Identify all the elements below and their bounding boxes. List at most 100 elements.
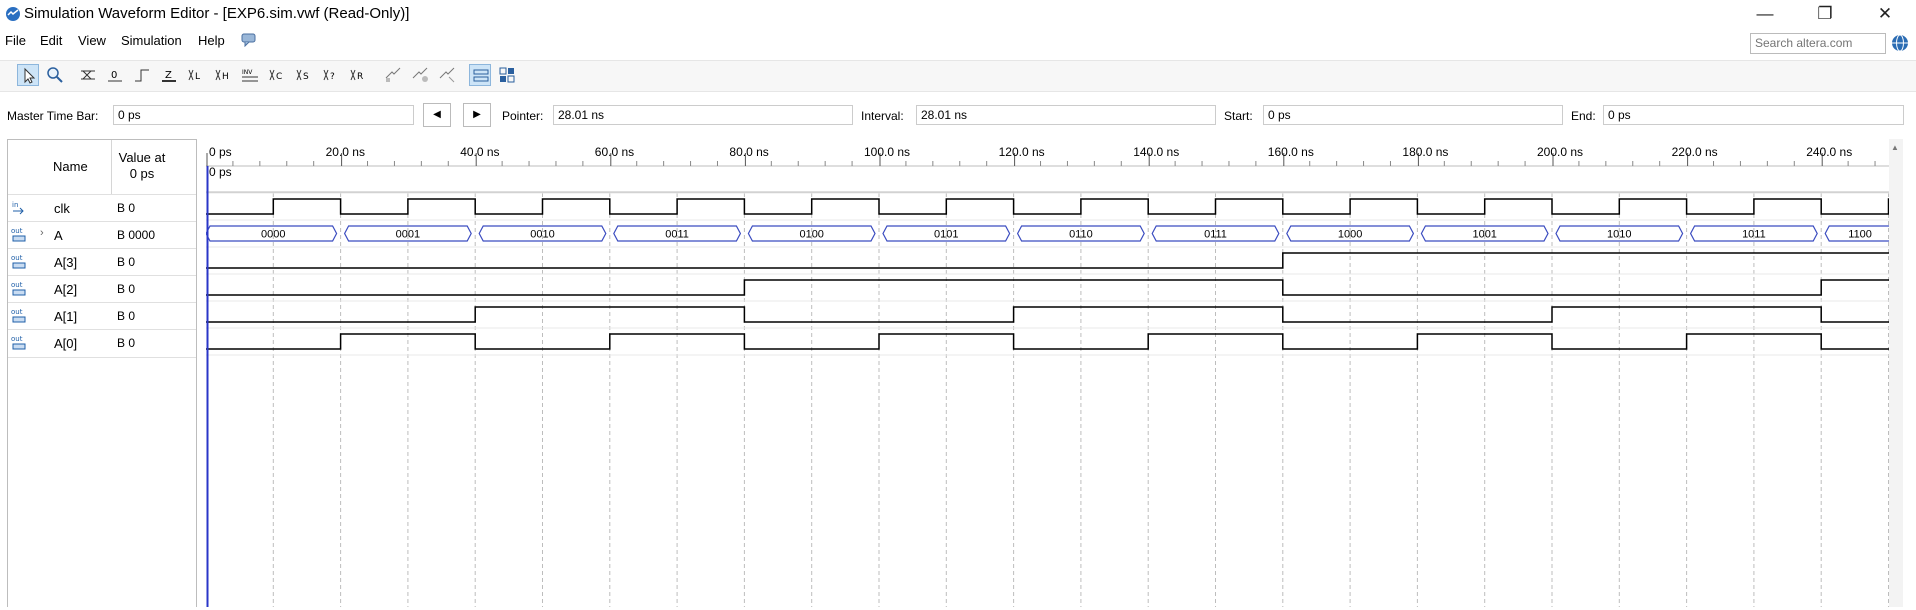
time-label: 40.0 ns xyxy=(460,145,499,159)
signal-row-A3[interactable]: out A[3] B 0 xyxy=(8,248,196,276)
forcing-low-icon[interactable]: 0 xyxy=(104,64,126,86)
column-divider xyxy=(111,140,112,194)
waveform-area[interactable]: 0 ps 20.0 ns 40.0 ns 60.0 ns 80.0 ns 100.0 ns… xyxy=(205,139,1916,607)
interval-label: Interval: xyxy=(861,109,904,123)
time-label: 220.0 ns xyxy=(1672,145,1718,159)
bus-value-label: 0010 xyxy=(530,229,554,241)
menu-file[interactable]: File xyxy=(5,33,26,48)
svg-text:R: R xyxy=(357,72,363,82)
value-column-header[interactable]: Value at 0 ps xyxy=(111,150,173,182)
menu-help[interactable]: Help xyxy=(198,33,225,48)
window-title: Simulation Waveform Editor - [EXP6.sim.v… xyxy=(24,5,410,22)
time-label: 160.0 ns xyxy=(1268,145,1314,159)
svg-text:?: ? xyxy=(330,72,335,82)
signal-row-A0[interactable]: out A[0] B 0 xyxy=(8,329,196,358)
output-pin-icon: out xyxy=(11,227,26,242)
maximize-button[interactable]: ❐ xyxy=(1802,0,1848,28)
interval-field: 28.01 ns xyxy=(916,105,1216,125)
bus-value-label: 1010 xyxy=(1607,229,1631,241)
svg-text:in: in xyxy=(12,201,18,209)
bus-value-label: 1011 xyxy=(1742,229,1766,241)
count-value-icon[interactable]: C xyxy=(266,64,288,86)
scroll-up-icon[interactable]: ▲ xyxy=(1891,143,1899,152)
waveform-A[2] xyxy=(206,279,1889,296)
selection-tool-icon[interactable] xyxy=(17,64,39,86)
next-transition-button[interactable]: ▶ xyxy=(463,103,491,127)
arbitrary-value-icon[interactable]: R xyxy=(347,64,369,86)
signal-row-A[interactable]: out › A B 0000 xyxy=(8,221,196,249)
delete-node-icon[interactable] xyxy=(436,64,458,86)
signal-value: B 0 xyxy=(117,255,136,269)
bus-value-label: 0001 xyxy=(396,229,420,241)
menu-simulation[interactable]: Simulation xyxy=(121,33,182,48)
close-button[interactable]: ✕ xyxy=(1862,0,1908,28)
pointer-label: Pointer: xyxy=(502,109,544,123)
group-icon[interactable] xyxy=(469,64,491,86)
menu-edit[interactable]: Edit xyxy=(40,33,62,48)
svg-text:out: out xyxy=(11,227,23,235)
waveform-A[0] xyxy=(206,333,1889,350)
minimize-button[interactable]: — xyxy=(1742,0,1788,28)
weak-low-icon[interactable]: L xyxy=(185,64,207,86)
signal-row-clk[interactable]: in clk B 0 xyxy=(8,194,196,222)
signal-value: B 0 xyxy=(117,201,136,215)
signal-list-panel: Name Value at 0 ps in clk B 0 out › A B … xyxy=(7,139,197,607)
signal-list-header: Name Value at 0 ps xyxy=(8,140,196,195)
svg-text:out: out xyxy=(11,254,23,262)
svg-text:out: out xyxy=(11,308,23,316)
time-label: 100.0 ns xyxy=(864,145,910,159)
signal-value: B 0 xyxy=(117,336,136,350)
signal-row-A2[interactable]: out A[2] B 0 xyxy=(8,275,196,303)
clock-icon[interactable]: S xyxy=(293,64,315,86)
start-label: Start: xyxy=(1224,109,1253,123)
forcing-unknown-icon[interactable] xyxy=(77,64,99,86)
master-time-bar-field[interactable]: 0 ps xyxy=(113,105,414,125)
weak-high-icon[interactable]: H xyxy=(212,64,234,86)
time-label: 180.0 ns xyxy=(1402,145,1448,159)
svg-text:out: out xyxy=(11,335,23,343)
title-bar: Simulation Waveform Editor - [EXP6.sim.v… xyxy=(0,0,1916,28)
signal-value: B 0000 xyxy=(117,228,156,242)
menu-bar: File Edit View Simulation Help xyxy=(0,28,1916,54)
forcing-high-icon[interactable] xyxy=(131,64,153,86)
svg-text:H: H xyxy=(222,72,229,82)
globe-icon[interactable] xyxy=(1891,34,1909,52)
signal-row-A1[interactable]: out A[1] B 0 xyxy=(8,302,196,330)
signal-name: A[0] xyxy=(54,336,78,351)
zoom-tool-icon[interactable] xyxy=(44,64,66,86)
time-info-bar: Master Time Bar: 0 ps ◀ ▶ Pointer: 28.01… xyxy=(0,102,1916,128)
high-impedance-icon[interactable]: Z xyxy=(158,64,180,86)
name-column-header[interactable]: Name xyxy=(53,159,88,174)
search-input[interactable] xyxy=(1751,34,1887,51)
time-label: 80.0 ns xyxy=(729,145,768,159)
feedback-icon[interactable] xyxy=(241,33,256,47)
bus-value-label: 0000 xyxy=(261,229,285,241)
output-pin-icon: out xyxy=(11,308,26,323)
menu-view[interactable]: View xyxy=(78,33,106,48)
snap-to-grid-icon[interactable] xyxy=(382,64,404,86)
signal-name: A[3] xyxy=(54,255,78,270)
time-label: 60.0 ns xyxy=(595,145,634,159)
bus-value-label: 0110 xyxy=(1069,229,1093,241)
signal-value: B 0 xyxy=(117,309,136,323)
insert-node-icon[interactable] xyxy=(409,64,431,86)
expand-chevron-icon[interactable]: › xyxy=(40,227,44,239)
time-label: 140.0 ns xyxy=(1133,145,1179,159)
svg-text:INV: INV xyxy=(242,69,253,76)
input-pin-icon: in xyxy=(12,201,24,215)
waveform-canvas[interactable]: 0 ps 20.0 ns 40.0 ns 60.0 ns 80.0 ns 100.0 ns… xyxy=(205,139,1916,607)
previous-transition-button[interactable]: ◀ xyxy=(423,103,451,127)
output-pin-icon: out xyxy=(11,281,26,296)
grid-icon[interactable] xyxy=(496,64,518,86)
master-time-bar-label: Master Time Bar: xyxy=(7,109,99,123)
svg-text:S: S xyxy=(303,72,309,82)
vertical-scrollbar[interactable]: ▲ xyxy=(1889,139,1903,607)
random-value-icon[interactable]: ? xyxy=(320,64,342,86)
invert-icon[interactable]: INV xyxy=(239,64,261,86)
pointer-field: 28.01 ns xyxy=(553,105,853,125)
svg-text:Z: Z xyxy=(165,70,172,81)
bus-value-label: 0100 xyxy=(799,229,823,241)
bus-value-label: 1100 xyxy=(1848,229,1872,241)
svg-text:0: 0 xyxy=(111,70,117,81)
cursor-time-label: 0 ps xyxy=(209,165,232,179)
